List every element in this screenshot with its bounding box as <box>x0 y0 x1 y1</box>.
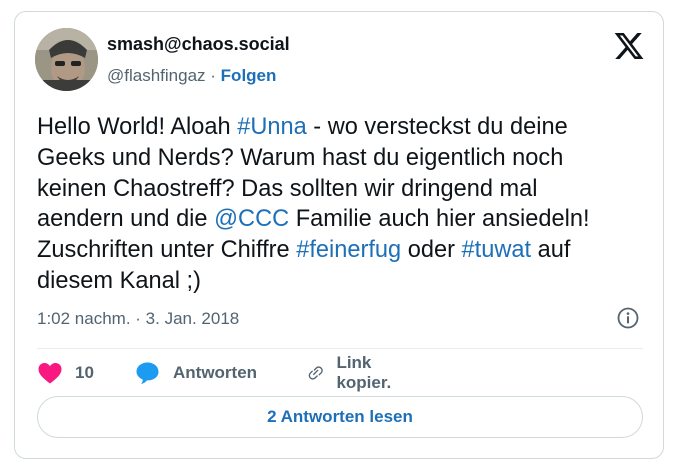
tweet-text-line: diesem Kanal ;) <box>37 266 647 297</box>
reply-button[interactable]: Antworten <box>135 358 257 388</box>
like-button[interactable]: 10 <box>37 358 94 388</box>
text-segment: Geeks und Nerds? Warum hast du eigentlic… <box>37 144 564 171</box>
follow-link[interactable]: Folgen <box>221 66 277 85</box>
x-logo-icon[interactable] <box>613 30 645 62</box>
tweet-text-line: Zuschriften unter Chiffre #feinerfug ode… <box>37 235 647 266</box>
copy-link-label: Link kopier. <box>336 353 392 392</box>
divider <box>37 348 643 349</box>
tweet-text-line: Geeks und Nerds? Warum hast du eigentlic… <box>37 143 647 174</box>
author-handle[interactable]: @flashfingaz <box>107 66 206 85</box>
text-segment: Hello World! Aloah <box>37 114 238 140</box>
read-replies-button[interactable]: 2 Antworten lesen <box>37 396 643 438</box>
text-segment: - wo versteckst du deine <box>306 114 568 140</box>
text-segment: aendern und die <box>37 206 215 233</box>
author-display-name[interactable]: smash@chaos.social <box>107 34 290 55</box>
mention-link[interactable]: @CCC <box>214 206 289 232</box>
text-segment: auf <box>531 237 571 264</box>
text-segment: Zuschriften unter Chiffre <box>37 237 297 264</box>
hashtag-link[interactable]: #tuwat <box>462 237 532 263</box>
tweet-text: Hello World! Aloah #Unna - wo versteckst… <box>37 112 647 297</box>
heart-icon <box>38 363 62 384</box>
text-segment: keinen Chaostreff? Das sollten wir dring… <box>37 175 538 202</box>
hashtag-link[interactable]: #Unna <box>237 114 307 140</box>
reply-label: Antworten <box>173 363 258 382</box>
info-icon[interactable] <box>617 307 639 329</box>
timestamp[interactable]: 1:02 nachm. · 3. Jan. 2018 <box>37 309 239 329</box>
tweet-card: smash@chaos.social @flashfingaz · Folgen… <box>14 11 664 459</box>
speech-bubble-icon <box>136 362 159 384</box>
copy-link-button[interactable]: Link kopier. <box>307 353 400 392</box>
meta-separator: · <box>210 66 216 85</box>
read-replies-label: 2 Antworten lesen <box>267 407 413 426</box>
avatar-image <box>35 28 98 91</box>
text-segment: diesem Kanal ;) <box>37 267 201 294</box>
like-count: 10 <box>75 363 94 382</box>
tweet-text-line: aendern und die @CCC Familie auch hier a… <box>37 204 647 235</box>
hashtag-link[interactable]: #feinerfug <box>296 237 401 263</box>
avatar[interactable] <box>35 28 98 91</box>
link-icon <box>308 366 323 380</box>
text-segment: Familie auch hier ansiedeln! <box>289 206 590 233</box>
author-meta: @flashfingaz · Folgen <box>107 66 276 86</box>
text-segment: oder <box>401 237 462 264</box>
tweet-text-line: Hello World! Aloah #Unna - wo versteckst… <box>37 112 647 143</box>
tweet-text-line: keinen Chaostreff? Das sollten wir dring… <box>37 174 647 205</box>
